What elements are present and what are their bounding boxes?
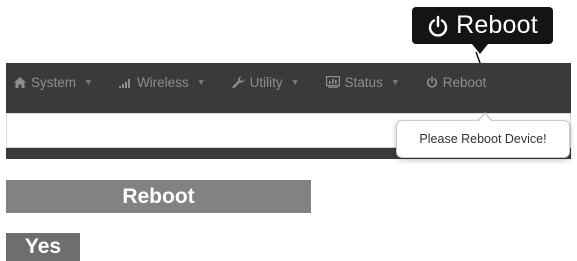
callout-label: Reboot [456,11,538,39]
top-navbar: System ▼ Wireless ▼ Utility ▼ Status ▼ R… [6,63,571,101]
reboot-callout: Reboot [412,7,553,54]
nav-item-label: Reboot [442,74,487,90]
nav-item-status[interactable]: Status ▼ [325,74,400,90]
nav-item-wireless[interactable]: Wireless ▼ [118,74,206,90]
power-icon [426,76,438,88]
power-icon [427,15,449,37]
popover-text: Please Reboot Device! [419,132,547,146]
nav-item-label: Wireless [136,74,189,90]
caret-down-icon: ▼ [290,77,300,87]
nav-item-utility[interactable]: Utility ▼ [232,75,300,90]
home-icon [14,76,26,88]
reboot-section-header: Reboot [6,180,311,213]
nav-item-label: Utility [249,74,283,90]
yes-button[interactable]: Yes [6,233,80,261]
nav-item-system[interactable]: System ▼ [14,75,93,90]
nav-item-reboot[interactable]: Reboot [426,74,487,90]
nav-item-label: Status [344,74,383,90]
wrench-icon [232,75,245,89]
caret-down-icon: ▼ [84,77,93,87]
reboot-popover: Please Reboot Device! [396,112,570,158]
caret-down-icon: ▼ [196,77,206,87]
monitor-icon [325,76,340,88]
caret-down-icon: ▼ [390,77,400,87]
section-title: Reboot [122,184,195,208]
nav-item-label: System [31,74,77,90]
signal-bars-icon [118,77,132,88]
